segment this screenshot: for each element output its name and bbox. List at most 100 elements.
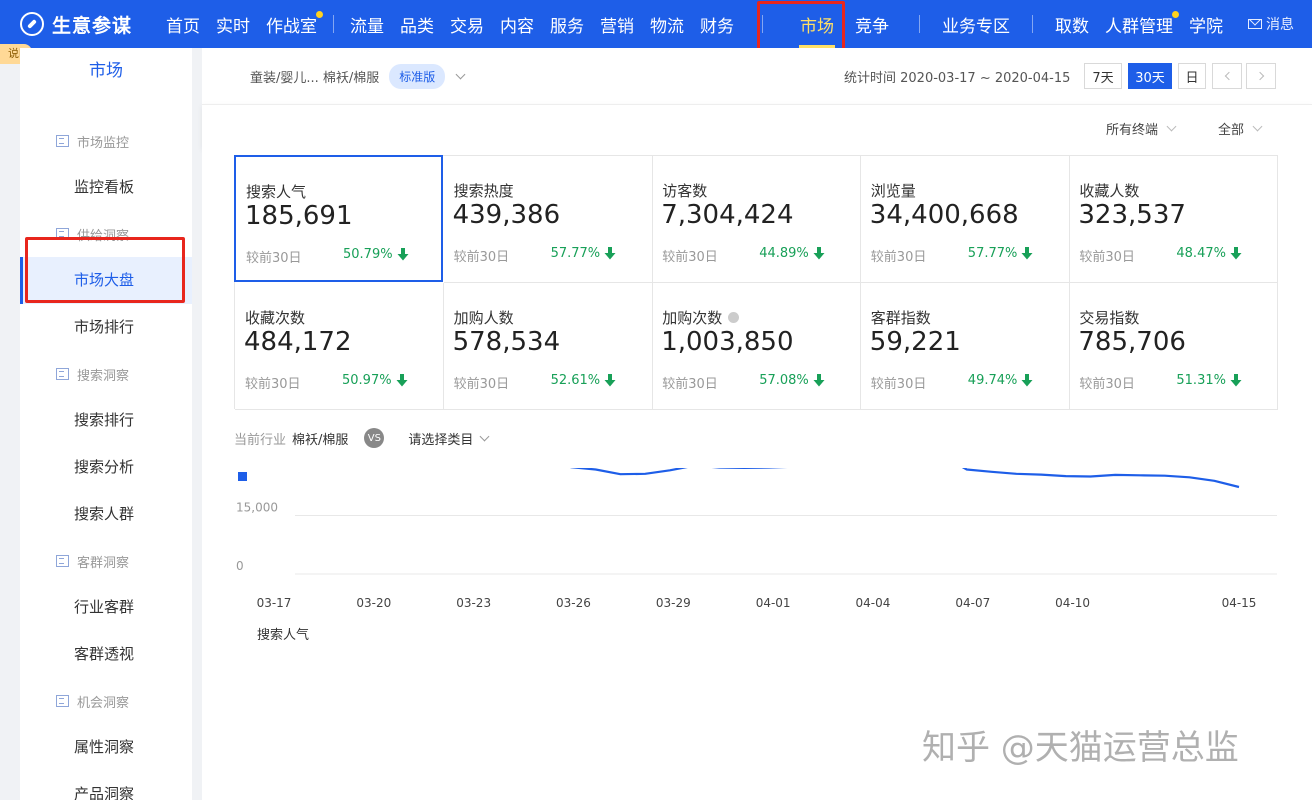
metric-card[interactable]: 交易指数 785,706 较前30日 51.31% (1069, 283, 1279, 410)
arrow-down-icon (1021, 374, 1033, 387)
mail-icon (1248, 19, 1262, 29)
sidebar-item[interactable]: 产品洞察 (20, 771, 192, 800)
nav-item-group1-2[interactable]: 作战室 (258, 0, 325, 48)
metric-value: 59,221 (869, 327, 961, 357)
metric-change-value: 57.08% (759, 373, 809, 388)
metric-change-value: 50.97% (342, 373, 392, 388)
nav-item-label: 人群管理 (1105, 16, 1173, 37)
nav-item-group3-0[interactable]: 取数 (1047, 0, 1097, 48)
chevron-left-icon (1224, 71, 1233, 81)
metric-card[interactable]: 访客数 7,304,424 较前30日 44.89% (652, 156, 862, 283)
metric-change: 57.77% (968, 246, 1034, 261)
compass-logo-icon (20, 12, 44, 36)
range-7d-button[interactable]: 7天 (1084, 63, 1122, 89)
metric-change-value: 57.77% (967, 246, 1018, 261)
metric-change-value: 52.61% (550, 373, 601, 388)
metric-label: 收藏人数 (1079, 180, 1139, 201)
metric-change-value: 51.31% (1176, 373, 1226, 388)
y-tick-label: 15,000 (236, 501, 278, 515)
sidebar: 市场 市场监控 监控看板 供给洞察 市场大盘 市场排行 搜索洞察 搜索排行 搜索分析 搜索人群客… (20, 48, 192, 800)
metric-change: 57.08% (759, 373, 825, 388)
device-select[interactable]: 所有终端 (1106, 119, 1177, 138)
nav-item-label: 首页 (166, 16, 200, 37)
category-select[interactable]: 请选择类目 (408, 429, 490, 448)
nav-item-group2-2[interactable]: 交易 (442, 0, 492, 48)
nav-item-market[interactable]: 市场 (785, 0, 849, 48)
brand[interactable]: 生意参谋 (20, 11, 158, 38)
sidebar-item-label: 属性洞察 (74, 738, 135, 756)
info-icon[interactable] (728, 312, 740, 323)
nav-item-group1-1[interactable]: 实时 (208, 0, 258, 48)
metric-card[interactable]: 加购次数 1,003,850 较前30日 57.08% (652, 283, 862, 410)
device-select-label: 所有终端 (1106, 123, 1159, 138)
nav-item-group2-3[interactable]: 内容 (492, 0, 542, 48)
scope-select-label: 全部 (1218, 123, 1245, 138)
nav-divider (919, 15, 920, 33)
scope-select[interactable]: 全部 (1218, 119, 1263, 138)
metric-label: 客群指数 (871, 307, 931, 328)
metric-label: 访客数 (662, 180, 707, 201)
nav-item-group2-0[interactable]: 流量 (342, 0, 392, 48)
range-day-button[interactable]: 日 (1178, 63, 1206, 89)
metric-card[interactable]: 收藏次数 484,172 较前30日 50.97% (235, 283, 444, 410)
metric-card[interactable]: 加购人数 578,534 较前30日 52.61% (443, 283, 653, 410)
nav-divider (1032, 15, 1033, 33)
nav-item-group3-2[interactable]: 学院 (1181, 0, 1231, 48)
arrow-down-icon (813, 374, 825, 387)
metric-card[interactable]: 搜索热度 439,386 较前30日 57.77% (443, 156, 653, 283)
metric-label: 搜索人气 (246, 181, 306, 202)
metric-label: 加购次数 (662, 307, 740, 328)
arrow-down-icon (1230, 247, 1242, 260)
metric-card[interactable]: 搜索人气 185,691 较前30日 50.79% (234, 155, 443, 282)
prev-button[interactable] (1212, 63, 1242, 89)
metric-label-text: 搜索人气 (246, 183, 307, 201)
range-30d-button[interactable]: 30天 (1128, 63, 1172, 89)
next-button[interactable] (1246, 63, 1276, 89)
metric-value: 578,534 (452, 327, 561, 357)
sidebar-item[interactable]: 市场排行 (20, 304, 192, 351)
nav-item-group2-7[interactable]: 财务 (692, 0, 742, 48)
nav-item-group2-5[interactable]: 营销 (592, 0, 642, 48)
chevron-down-icon (1166, 121, 1177, 132)
legend-label: 搜索人气 (257, 627, 309, 643)
nav-item-group2-1[interactable]: 品类 (392, 0, 442, 48)
nav-item-group2-6[interactable]: 物流 (642, 0, 692, 48)
arrow-down-icon (397, 248, 409, 261)
sidebar-item[interactable]: 属性洞察 (20, 724, 192, 771)
sidebar-item[interactable]: 搜索排行 (20, 397, 192, 444)
metric-compare-label: 较前30日 (662, 377, 718, 392)
sidebar-item[interactable]: 客群透视 (20, 631, 192, 678)
nav-item-label: 品类 (400, 16, 434, 37)
x-tick-label: 04-07 (955, 596, 990, 610)
sidebar-item[interactable]: 监控看板 (20, 164, 192, 211)
compare-row: 当前行业 棉袄/棉服 VS 请选择类目 (234, 428, 490, 448)
nav-item-group3-1[interactable]: 人群管理 (1097, 0, 1181, 48)
chevron-down-icon[interactable] (455, 69, 466, 79)
nav-item-compete[interactable]: 竞争 (849, 0, 895, 48)
message-button[interactable]: 消息 (1248, 14, 1294, 34)
nav-item-label: 服务 (550, 16, 584, 37)
metric-card[interactable]: 客群指数 59,221 较前30日 49.74% (860, 283, 1070, 410)
nav-item-group2-4[interactable]: 服务 (542, 0, 592, 48)
sidebar-item[interactable]: 搜索分析 (20, 444, 192, 491)
nav-item-group1-0[interactable]: 首页 (158, 0, 208, 48)
edition-badge[interactable]: 标准版 (389, 63, 446, 89)
sidebar-item[interactable]: 市场大盘 (20, 257, 192, 304)
metric-card[interactable]: 收藏人数 323,537 较前30日 48.47% (1069, 156, 1279, 283)
nav-item-label: 内容 (500, 16, 534, 37)
sidebar-group-label: 市场监控 (77, 135, 130, 151)
nav-group-tools: 取数 人群管理 学院 (1047, 0, 1231, 48)
nav-group-primary: 首页 实时 作战室 (158, 0, 325, 48)
nav-item-label: 流量 (350, 16, 384, 37)
sidebar-group-label: 供给洞察 (77, 228, 130, 244)
category-breadcrumb[interactable]: 童装/婴儿... 棉袄/棉服 (250, 67, 379, 86)
metric-change-value: 50.79% (343, 247, 393, 262)
sidebar-item[interactable]: 搜索人群 (20, 491, 192, 538)
sidebar-item[interactable]: 行业客群 (20, 584, 192, 631)
sidebar-item-label: 搜索人群 (74, 505, 135, 523)
metric-value: 7,304,424 (661, 200, 794, 230)
nav-item-business-zone[interactable]: 业务专区 (934, 0, 1018, 48)
metric-card[interactable]: 浏览量 34,400,668 较前30日 57.77% (860, 156, 1070, 283)
x-tick-label: 04-01 (756, 596, 791, 610)
metric-change: 50.97% (342, 373, 408, 388)
